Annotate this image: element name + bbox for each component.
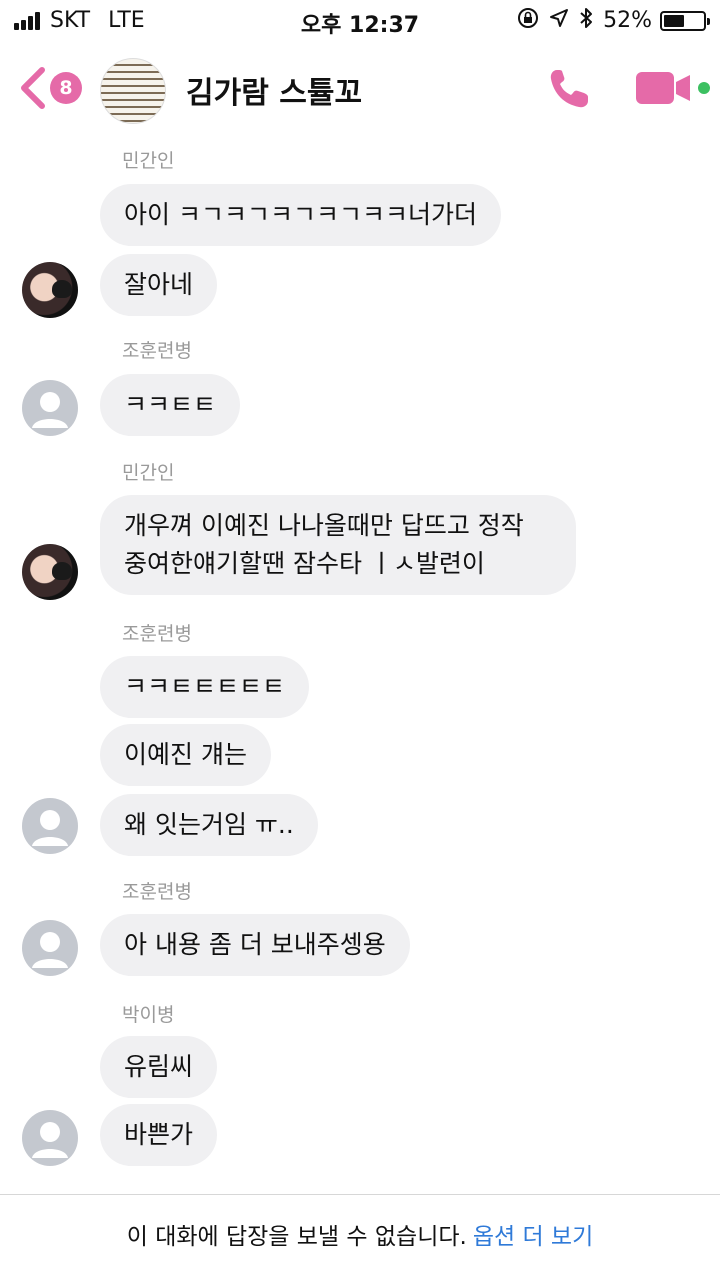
sender-name: 민간인 [122,462,175,484]
sender-avatar[interactable] [22,544,78,600]
orientation-lock-icon [517,7,539,34]
battery-fill [664,14,684,27]
conversation-header: 8 김가람 스튤꼬 [0,42,720,134]
message-bubble[interactable]: ㅋㅋㅌㅌㅌㅌㅌ [100,656,310,718]
default-person-icon [32,1122,68,1158]
default-person-icon [32,392,68,428]
default-person-icon [32,810,68,846]
status-bar: SKT LTE 오후 12:37 52% [0,0,720,40]
footer-text: 이 대화에 답장을 보낼 수 없습니다. 옵션 더 보기 [0,1217,720,1251]
battery-icon [660,10,710,31]
message-bubble[interactable]: 이예진 걔는 [100,724,271,786]
phone-call-icon[interactable] [544,64,594,114]
message-bubble[interactable]: 개우껴 이예진 나나올때만 답뜨고 정작 중여한얘기할땐 잠수타 ㅣㅅ발련이 [100,495,576,595]
sender-name: 조훈련병 [122,340,192,362]
sender-avatar-placeholder[interactable] [22,798,78,854]
default-person-icon [32,932,68,968]
battery-percent: 52% [603,8,652,33]
message-bubble[interactable]: 바쁜가 [100,1104,218,1166]
unread-count-badge[interactable]: 8 [50,72,82,104]
online-status-dot [698,82,710,94]
message-bubble[interactable]: 유림씨 [100,1036,218,1098]
message-bubble[interactable]: 아 내용 좀 더 보내주셍용 [100,914,410,976]
message-bubble[interactable]: 아이 ㅋㄱㅋㄱㅋㄱㅋㄱㅋㅋ너가더 [100,184,501,246]
conversation-title[interactable]: 김가람 스튤꼬 [186,68,362,112]
sender-avatar-placeholder[interactable] [22,380,78,436]
reply-disabled-footer: 이 대화에 답장을 보낼 수 없습니다. 옵션 더 보기 [0,1194,720,1280]
sender-name: 조훈련병 [122,881,192,903]
status-right: 52% [507,7,710,34]
reply-disabled-notice: 이 대화에 답장을 보낼 수 없습니다. [126,1224,467,1250]
video-call-icon[interactable] [636,68,712,108]
message-bubble[interactable]: 왜 잇는거임 ㅠ.. [100,794,318,856]
sender-avatar[interactable] [22,262,78,318]
location-icon [549,8,569,33]
sender-name: 박이병 [122,1004,175,1026]
message-bubble[interactable]: 잘아네 [100,254,218,316]
more-options-link[interactable]: 옵션 더 보기 [473,1224,593,1250]
message-bubble[interactable]: ㅋㅋㅌㅌ [100,374,241,436]
sender-name: 민간인 [122,150,175,172]
group-avatar[interactable] [100,58,166,124]
sender-avatar-placeholder[interactable] [22,1110,78,1166]
bluetooth-icon [579,7,593,34]
sender-avatar-placeholder[interactable] [22,920,78,976]
sender-name: 조훈련병 [122,623,192,645]
back-chevron-icon[interactable] [18,66,48,110]
